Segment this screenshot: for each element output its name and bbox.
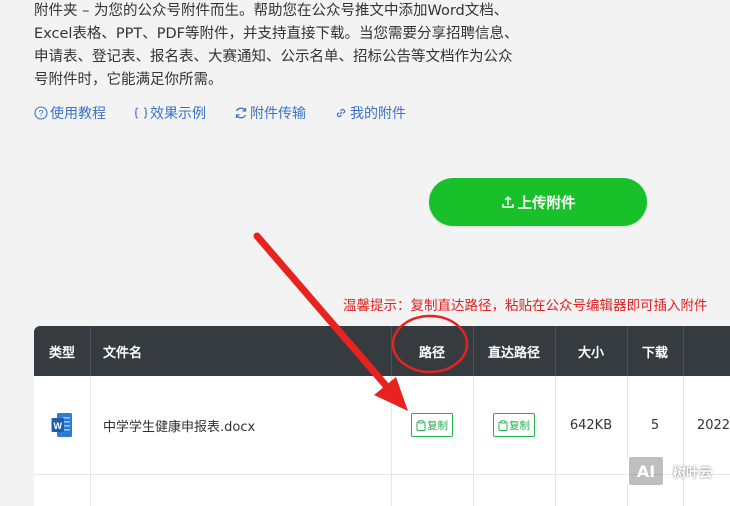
- svg-text:W: W: [53, 421, 62, 431]
- column-divider: [473, 326, 474, 376]
- column-divider: [90, 326, 91, 376]
- link-label: 效果示例: [150, 106, 206, 122]
- sync-icon: [235, 107, 247, 119]
- link-examples[interactable]: 效果示例: [134, 102, 206, 124]
- clipboard-icon: [416, 419, 426, 431]
- attachments-table: 类型 文件名 路径 直达路径 大小 下载 W 中学学生健康申报表.docx 复制…: [34, 326, 730, 506]
- intro-line: Excel表格、PPT、PDF等附件，并支持直接下载。当您需要分享招聘信息、: [34, 26, 519, 42]
- type-cell: W: [34, 376, 90, 474]
- help-links: ? 使用教程 效果示例 附件传输 我的附件: [34, 102, 434, 124]
- header-direct-path: 直达路径: [487, 345, 540, 361]
- column-divider: [627, 326, 628, 376]
- table-header: 类型 文件名 路径 直达路径 大小 下载: [34, 326, 730, 376]
- link-label: 我的附件: [350, 106, 406, 122]
- copy-label: 复制: [509, 419, 530, 432]
- copy-label: 复制: [427, 419, 448, 432]
- direct-path-cell: 复制: [473, 376, 555, 474]
- column-divider: [555, 326, 556, 376]
- word-doc-icon: W: [51, 413, 72, 437]
- tip-text: 温馨提示：复制直达路径，粘贴在公众号编辑器即可插入附件: [343, 298, 708, 314]
- link-my-attachments[interactable]: 我的附件: [334, 102, 406, 124]
- copy-direct-path-button[interactable]: 复制: [493, 413, 535, 437]
- intro-line: 附件夹 – 为您的公众号附件而生。帮助您在公众号推文中添加Word文档、: [34, 3, 509, 19]
- header-path: 路径: [418, 345, 445, 361]
- header-downloads: 下载: [641, 345, 668, 361]
- upload-label: 上传附件: [517, 195, 576, 212]
- header-filename: 文件名: [103, 345, 143, 361]
- intro-line: 号附件时，它能满足你所需。: [34, 72, 223, 88]
- link-label: 附件传输: [250, 106, 306, 122]
- column-divider: [683, 326, 684, 376]
- header-type: 类型: [48, 345, 75, 361]
- upload-icon: [501, 196, 514, 208]
- copy-path-button[interactable]: 复制: [411, 413, 453, 437]
- watermark-text: 树叶云: [673, 465, 713, 481]
- column-divider: [391, 326, 392, 376]
- path-cell: 复制: [391, 376, 473, 474]
- svg-text:?: ?: [38, 109, 43, 119]
- filename-cell: 中学学生健康申报表.docx: [103, 419, 256, 435]
- link-tutorial[interactable]: ? 使用教程: [34, 102, 106, 124]
- header-size: 大小: [577, 345, 604, 361]
- intro-text: 附件夹 – 为您的公众号附件而生。帮助您在公众号推文中添加Word文档、 Exc…: [34, 0, 594, 92]
- upload-button[interactable]: 上传附件: [429, 178, 647, 226]
- header-date: [683, 326, 730, 376]
- brackets-icon: [134, 107, 148, 119]
- question-circle-icon: ?: [34, 106, 48, 120]
- size-cell: 642KB: [569, 417, 613, 433]
- intro-line: 申请表、登记表、报名表、大赛通知、公示名单、招标公告等文档作为公众: [34, 49, 513, 65]
- clipboard-icon: [498, 419, 508, 431]
- watermark: AI 树叶云: [627, 455, 712, 487]
- watermark-logo: AI: [627, 455, 665, 487]
- link-icon: [336, 108, 346, 118]
- table-row: W 中学学生健康申报表.docx 复制 复制 642KB 5 2022: [34, 376, 730, 475]
- link-label: 使用教程: [50, 106, 106, 122]
- link-transfer[interactable]: 附件传输: [234, 102, 306, 124]
